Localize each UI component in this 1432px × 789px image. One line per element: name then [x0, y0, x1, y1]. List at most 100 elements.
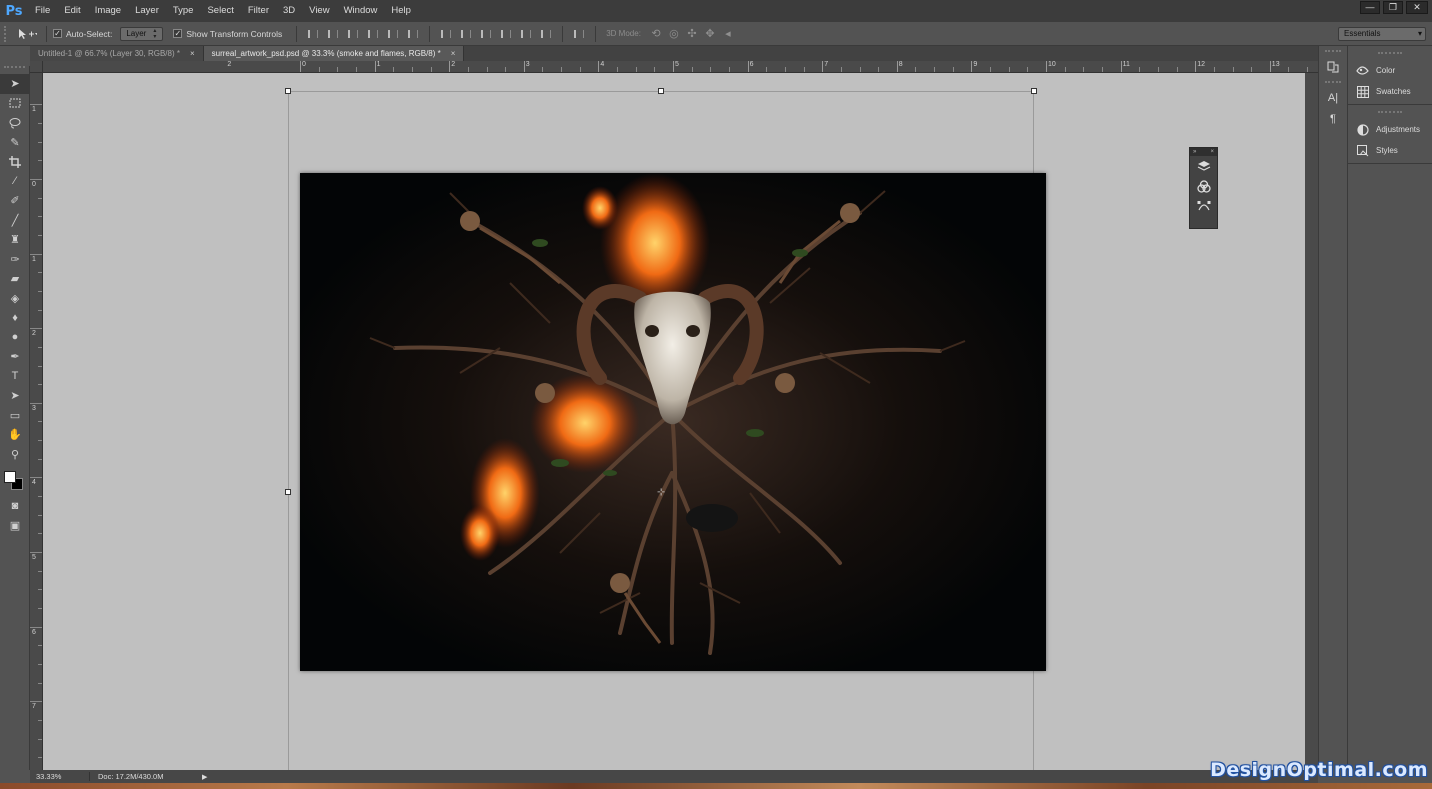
close-button[interactable]: ✕ [1406, 1, 1428, 14]
menu-type[interactable]: Type [166, 0, 201, 22]
blur-tool-icon[interactable]: ♦ [0, 308, 30, 328]
distribute-top-icon[interactable] [439, 27, 453, 41]
crop-tool-icon[interactable] [0, 152, 30, 172]
transform-handle-middle-left[interactable] [285, 489, 291, 495]
tab-surreal-artwork[interactable]: surreal_artwork_psd.psd @ 33.3% (smoke a… [203, 46, 465, 61]
menu-view[interactable]: View [302, 0, 336, 22]
hand-tool-icon[interactable]: ✋ [0, 425, 30, 445]
paint-bucket-tool-icon[interactable]: ◈ [0, 289, 30, 309]
history-panel-icon[interactable] [1319, 56, 1347, 77]
rectangular-marquee-tool-icon[interactable] [0, 94, 30, 114]
move-tool-preset-icon[interactable] [14, 25, 40, 43]
zoom-tool-icon[interactable]: ⚲ [0, 445, 30, 465]
tab-close-icon[interactable]: × [190, 46, 195, 61]
align-top-edges-icon[interactable] [306, 27, 320, 41]
expand-panels-icon[interactable]: » [1193, 148, 1196, 156]
swatches-panel-tab[interactable]: Swatches [1348, 81, 1432, 102]
align-bottom-edges-icon[interactable] [346, 27, 360, 41]
ruler-origin-corner[interactable] [30, 61, 43, 73]
tab-close-icon[interactable]: × [451, 46, 456, 61]
menu-layer[interactable]: Layer [128, 0, 166, 22]
transform-handle-top-left[interactable] [285, 88, 291, 94]
distribute-right-icon[interactable] [539, 27, 553, 41]
spot-healing-brush-tool-icon[interactable]: ✐ [0, 191, 30, 211]
lasso-tool-icon[interactable] [0, 113, 30, 133]
ruler-tick [38, 645, 42, 647]
tab-untitled-1[interactable]: Untitled-1 @ 66.7% (Layer 30, RGB/8) * × [30, 46, 204, 61]
distribute-vertical-centers-icon[interactable] [459, 27, 473, 41]
transform-handle-top-center[interactable] [658, 88, 664, 94]
horizontal-ruler[interactable]: 0 1 2 3 4 5 6 7 8 9 10 11 12 13 2 [43, 61, 1318, 73]
paths-panel-icon[interactable] [1190, 196, 1217, 216]
menu-help[interactable]: Help [384, 0, 418, 22]
screen-mode-icon[interactable]: ▣ [0, 516, 30, 536]
transform-reference-point-icon[interactable]: ⊹ [657, 487, 665, 498]
dodge-tool-icon[interactable]: ● [0, 328, 30, 348]
ruler-major-tick [598, 61, 600, 72]
status-menu-arrow-icon[interactable]: ▶ [202, 773, 207, 781]
distribute-left-icon[interactable] [499, 27, 513, 41]
floating-panel-header[interactable]: » × [1190, 148, 1217, 156]
paragraph-panel-icon[interactable]: ¶ [1319, 108, 1347, 129]
quick-selection-tool-icon[interactable]: ✎ [0, 133, 30, 153]
rectangle-tool-icon[interactable]: ▭ [0, 406, 30, 426]
vertical-scrollbar[interactable] [1305, 73, 1318, 770]
layers-panel-icon[interactable] [1190, 156, 1217, 176]
3d-rotate-icon[interactable]: ⟲ [649, 27, 663, 41]
tools-panel-grip[interactable] [4, 66, 25, 72]
3d-roll-icon[interactable]: ◎ [667, 27, 681, 41]
styles-panel-tab[interactable]: Styles [1348, 140, 1432, 161]
auto-select-target-dropdown[interactable]: Layer [120, 26, 164, 41]
vertical-ruler[interactable]: 1 0 1 2 3 4 5 6 7 [30, 73, 43, 770]
quick-mask-mode-icon[interactable]: ◙ [0, 496, 30, 516]
auto-select-label: Auto-Select: [66, 28, 113, 39]
menu-3d[interactable]: 3D [276, 0, 302, 22]
foreground-color-swatch[interactable] [4, 471, 16, 483]
align-right-edges-icon[interactable] [406, 27, 420, 41]
workspace-dropdown[interactable]: Essentials [1338, 27, 1426, 41]
show-transform-controls-checkbox[interactable]: ✓ Show Transform Controls [173, 29, 282, 39]
3d-slide-icon[interactable]: ✥ [703, 27, 717, 41]
path-selection-tool-icon[interactable]: ➤ [0, 386, 30, 406]
history-brush-tool-icon[interactable]: ✑ [0, 250, 30, 270]
menu-select[interactable]: Select [200, 0, 240, 22]
ruler-tick [38, 290, 42, 292]
menu-image[interactable]: Image [88, 0, 128, 22]
distribute-bottom-icon[interactable] [479, 27, 493, 41]
type-tool-icon[interactable]: T [0, 367, 30, 387]
pen-tool-icon[interactable]: ✒ [0, 347, 30, 367]
document-canvas-area[interactable]: ⊹ [43, 73, 1305, 770]
close-panel-icon[interactable]: × [1210, 148, 1214, 156]
character-panel-icon[interactable]: A| [1319, 87, 1347, 108]
align-left-edges-icon[interactable] [366, 27, 380, 41]
menu-file[interactable]: File [28, 0, 57, 22]
transform-handle-top-right[interactable] [1031, 88, 1037, 94]
restore-button[interactable]: ❐ [1383, 1, 1403, 14]
eyedropper-tool-icon[interactable]: ⁄ [0, 172, 30, 192]
color-panel-tab[interactable]: Color [1348, 60, 1432, 81]
brush-tool-icon[interactable]: ╱ [0, 211, 30, 231]
align-horizontal-centers-icon[interactable] [386, 27, 400, 41]
options-grip[interactable] [4, 25, 10, 42]
dock-grip[interactable] [1378, 111, 1402, 115]
channels-panel-icon[interactable] [1190, 176, 1217, 196]
zoom-level-field[interactable]: 33.33% [30, 772, 90, 781]
auto-select-checkbox[interactable]: ✓ Auto-Select: [53, 29, 112, 39]
minimize-button[interactable]: — [1360, 1, 1380, 14]
eraser-tool-icon[interactable]: ▰ [0, 269, 30, 289]
align-vertical-centers-icon[interactable] [326, 27, 340, 41]
3d-scale-icon[interactable]: ◂ [721, 27, 735, 41]
distribute-horizontal-centers-icon[interactable] [519, 27, 533, 41]
adjustments-panel-tab[interactable]: Adjustments [1348, 119, 1432, 140]
3d-pan-icon[interactable]: ✣ [685, 27, 699, 41]
dock-grip[interactable] [1378, 52, 1402, 56]
move-tool-icon[interactable]: ➤ [0, 74, 30, 94]
menu-filter[interactable]: Filter [241, 0, 276, 22]
auto-align-layers-icon[interactable] [572, 27, 586, 41]
auto-select-check-mark[interactable]: ✓ [53, 29, 62, 38]
clone-stamp-tool-icon[interactable]: ♜ [0, 230, 30, 250]
menu-window[interactable]: Window [337, 0, 385, 22]
menu-edit[interactable]: Edit [57, 0, 87, 22]
ruler-tick [38, 607, 42, 609]
show-transform-check-mark[interactable]: ✓ [173, 29, 183, 38]
